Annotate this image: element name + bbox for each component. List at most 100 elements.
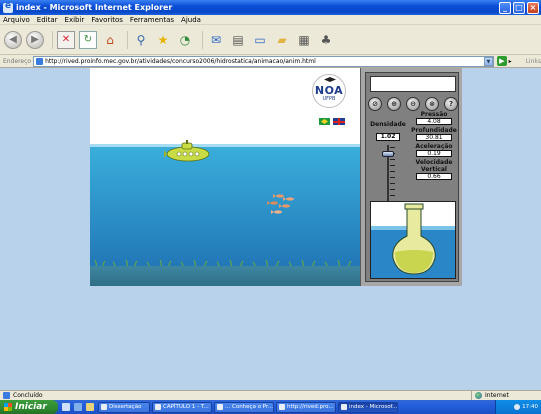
task-dissertacao[interactable]: Dissertação xyxy=(98,401,150,413)
slider-tick xyxy=(390,177,395,178)
noa-logo-text: NOA xyxy=(314,84,344,97)
forward-arrow-icon[interactable]: ▶ xyxy=(26,30,44,49)
task-label: index - Microsof... xyxy=(349,404,398,410)
print-icon[interactable]: ▤ xyxy=(229,31,247,49)
slider-tick xyxy=(390,195,395,196)
task-label: http://rived.pro... xyxy=(287,404,334,410)
search-icon[interactable]: ⚲ xyxy=(132,31,150,49)
back-arrow-icon[interactable]: ◀ xyxy=(4,30,22,49)
readouts: Pressão 4.08 Profundidade 30.81 Aceleraç… xyxy=(410,111,458,182)
title-bar: index - Microsoft Internet Explorer _ □ … xyxy=(0,0,541,15)
menu-ajuda[interactable]: Ajuda xyxy=(181,16,201,24)
task-capitulo[interactable]: CAPÍTULO 1 - T... xyxy=(152,401,212,413)
velocity-label-vertical: Vertical xyxy=(421,166,447,173)
menu-favoritos[interactable]: Favoritos xyxy=(91,16,123,24)
research-icon[interactable]: ▦ xyxy=(295,31,313,49)
noa-logo: NOA UFPB xyxy=(312,74,346,108)
address-bar: Endereço ▼ ▶ ▸ Links xyxy=(0,55,541,68)
status-bar: Concluído Internet xyxy=(0,390,541,401)
url-input[interactable] xyxy=(45,56,484,66)
menu-exibir[interactable]: Exibir xyxy=(65,16,85,24)
control-panel: ⊘ ⊕ ⊖ ⊗ ? Densidade 1.02 Pressão 4.08 Pr… xyxy=(360,68,462,286)
slider-tick xyxy=(390,159,395,160)
go-chevron-icon[interactable]: ▸ xyxy=(509,58,512,65)
brazil-flag-icon[interactable] xyxy=(319,118,330,125)
address-dropdown-icon[interactable]: ▼ xyxy=(483,56,493,66)
task-label: ... Conheça o Pr... xyxy=(225,404,274,410)
clock: 17:40 xyxy=(522,404,538,410)
refresh-icon[interactable]: ↻ xyxy=(79,30,97,49)
slider-thumb[interactable] xyxy=(382,151,394,157)
ocean-scene: NOA UFPB xyxy=(90,68,360,286)
browser-icon xyxy=(341,404,347,410)
slider-tick xyxy=(390,171,395,172)
task-label: CAPÍTULO 1 - T... xyxy=(163,404,209,410)
ie-icon xyxy=(3,1,13,13)
internet-zone-icon xyxy=(475,392,482,399)
density-label: Densidade xyxy=(370,121,406,128)
velocity-label: Velocidade xyxy=(415,159,453,166)
slider-tick xyxy=(390,183,395,184)
folder-icon xyxy=(101,404,107,410)
water-surface xyxy=(90,144,360,147)
density-slider[interactable] xyxy=(380,143,396,205)
stop-control-button[interactable]: ⊘ xyxy=(368,97,382,111)
menu-ferramentas[interactable]: Ferramentas xyxy=(130,16,174,24)
history-icon[interactable]: ◔ xyxy=(176,31,194,49)
ie-quicklaunch-icon[interactable] xyxy=(74,403,82,411)
toolbar-divider xyxy=(127,30,128,49)
home-icon[interactable]: ⌂ xyxy=(101,31,119,49)
uk-flag-icon[interactable] xyxy=(333,118,345,125)
reset-control-button[interactable]: ⊗ xyxy=(425,97,439,111)
favorites-star-icon[interactable]: ★ xyxy=(154,31,172,49)
browser-icon xyxy=(217,404,223,410)
submarine[interactable] xyxy=(164,140,210,162)
media-player-icon[interactable] xyxy=(86,403,94,411)
toolbar: ◀ ▶ ✕ ↻ ⌂ ⚲ ★ ◔ ✉ ▤ ▭ ▰ ▦ ♣ xyxy=(0,25,541,55)
help-control-button[interactable]: ? xyxy=(444,97,458,111)
system-tray: 17:40 xyxy=(495,400,541,414)
start-button[interactable]: Iniciar xyxy=(0,400,58,414)
descend-control-button[interactable]: ⊖ xyxy=(406,97,420,111)
mail-icon[interactable]: ✉ xyxy=(207,31,225,49)
maximize-button[interactable]: □ xyxy=(513,1,525,14)
taskbar: Iniciar Dissertação CAPÍTULO 1 - T... ..… xyxy=(0,400,541,414)
start-label: Iniciar xyxy=(15,402,47,412)
ascend-control-button[interactable]: ⊕ xyxy=(387,97,401,111)
page-icon xyxy=(36,57,44,65)
control-panel-body: ⊘ ⊕ ⊖ ⊗ ? Densidade 1.02 Pressão 4.08 Pr… xyxy=(365,72,459,282)
status-text: Concluído xyxy=(13,392,43,399)
task-conheca[interactable]: ... Conheça o Pr... xyxy=(214,401,274,413)
go-button[interactable]: ▶ xyxy=(496,56,507,66)
menu-editar[interactable]: Editar xyxy=(37,16,58,24)
control-buttons: ⊘ ⊕ ⊖ ⊗ ? xyxy=(368,97,458,111)
hydrostatics-simulation[interactable]: NOA UFPB ⊘ ⊕ ⊖ ⊗ ? Densidade 1.02 Pressã… xyxy=(90,68,462,286)
links-label[interactable]: Links xyxy=(526,58,541,65)
edit-icon[interactable]: ▭ xyxy=(251,31,269,49)
slider-tick xyxy=(390,189,395,190)
browser-icon xyxy=(279,404,285,410)
menu-arquivo[interactable]: Arquivo xyxy=(3,16,30,24)
task-index[interactable]: index - Microsof... xyxy=(338,401,398,413)
flask-illustration xyxy=(371,203,455,278)
close-button[interactable]: × xyxy=(527,1,539,14)
messenger-icon[interactable]: ♣ xyxy=(317,31,335,49)
folder-icon[interactable]: ▰ xyxy=(273,31,291,49)
slider-tick xyxy=(390,165,395,166)
page-viewport: NOA UFPB ⊘ ⊕ ⊖ ⊗ ? Densidade 1.02 Pressã… xyxy=(0,68,541,390)
toolbar-divider xyxy=(202,30,203,49)
slider-tick xyxy=(390,147,395,148)
minimize-button[interactable]: _ xyxy=(499,1,511,14)
show-desktop-icon[interactable] xyxy=(62,403,70,411)
address-field[interactable]: ▼ xyxy=(33,55,494,67)
depth-label: Profundidade xyxy=(411,127,457,134)
graduation-cap-icon xyxy=(324,77,336,82)
page-done-icon xyxy=(3,392,10,399)
stop-icon[interactable]: ✕ xyxy=(57,30,75,49)
security-zone: Internet xyxy=(471,390,541,401)
network-icon[interactable] xyxy=(514,404,521,410)
density-value: 1.02 xyxy=(376,133,400,141)
quick-launch xyxy=(62,403,98,411)
task-label: Dissertação xyxy=(109,404,142,410)
task-rived[interactable]: http://rived.pro... xyxy=(276,401,336,413)
